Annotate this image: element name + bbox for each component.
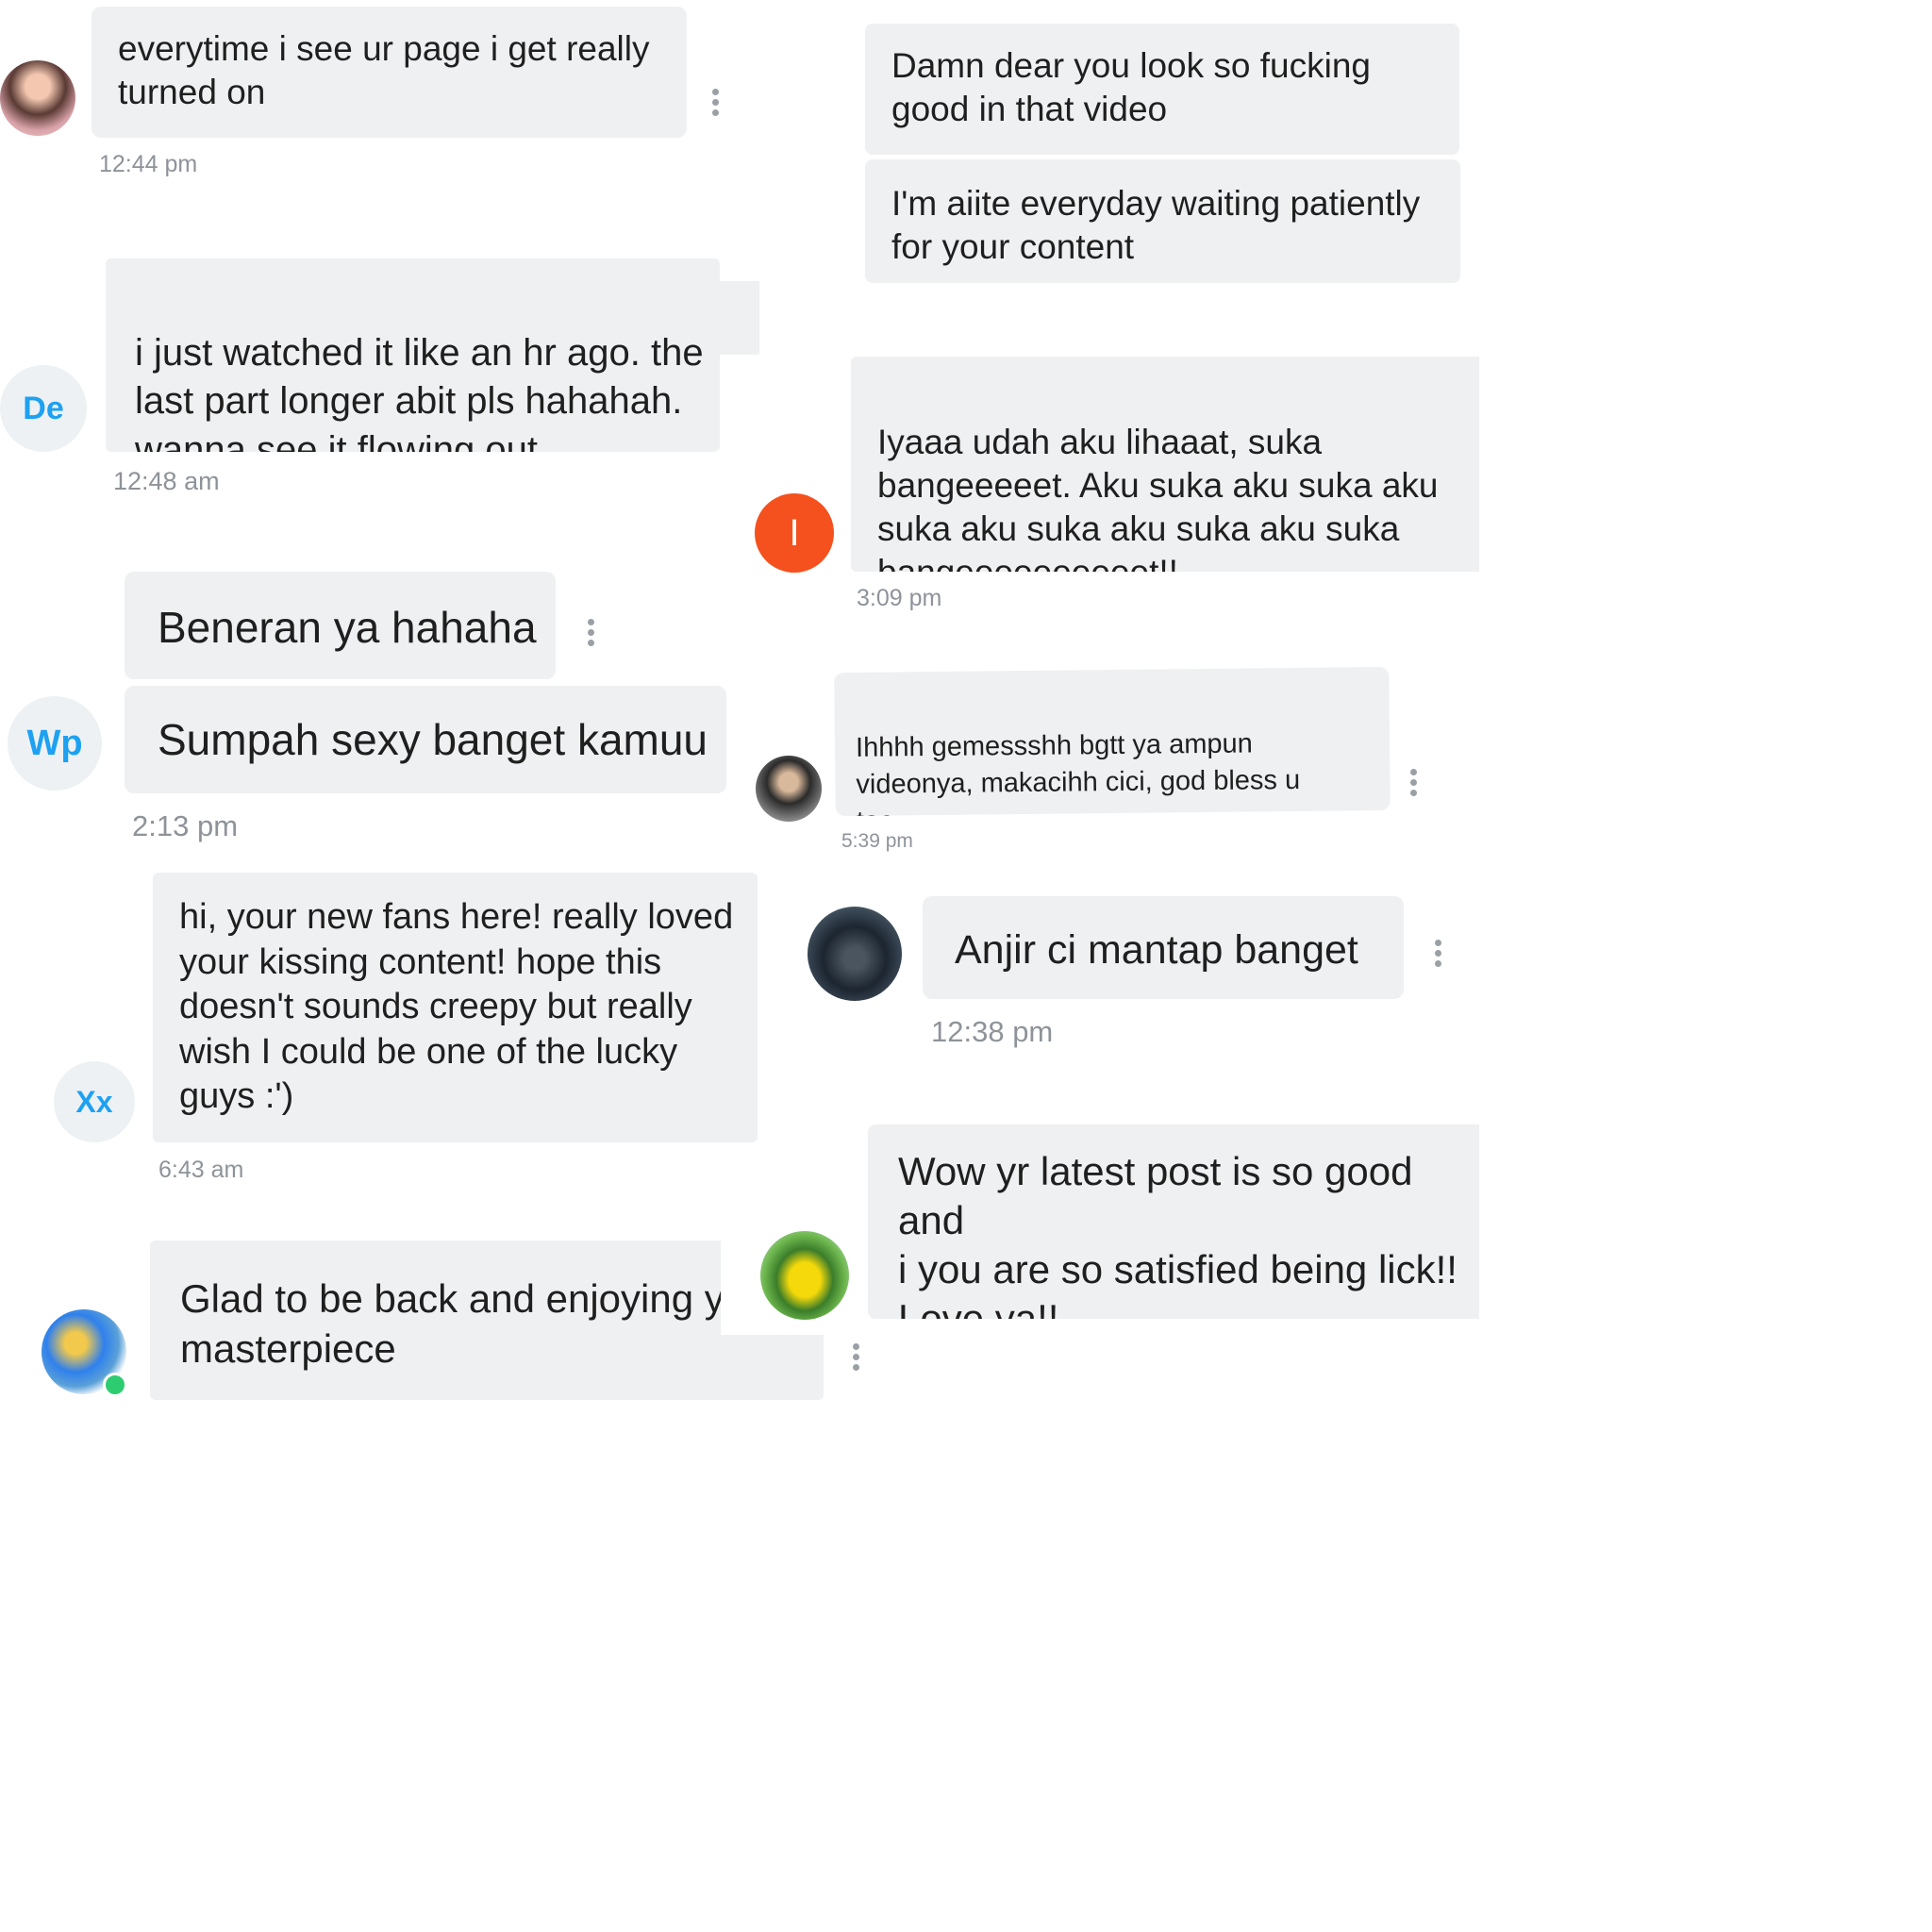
message-text: Anjir ci mantap banget [955,927,1358,973]
message-body: i just watched it like an hr ago. the la… [135,332,704,452]
timestamp: 3:09 pm [857,585,942,611]
avatar-initials[interactable]: Wp [8,696,102,791]
message-bubble[interactable]: Anjir ci mantap banget [923,896,1404,999]
message-text: everytime i see ur page i get really tur… [118,29,650,111]
message-body: Ihhhh gemessshh bgtt ya ampun videonya, … [855,728,1301,816]
message-text: Sumpah sexy banget kamuu [158,715,708,764]
timestamp: 12:44 pm [99,151,198,177]
more-options-icon[interactable] [1435,940,1442,971]
avatar-initials[interactable]: De [0,365,87,452]
more-options-icon[interactable] [588,619,595,650]
timestamp: 2:13 pm [132,809,239,842]
message-bubble[interactable]: hi, your new fans here! really loved you… [153,873,758,1142]
message-text: I'm aiite everyday waiting patiently for… [891,184,1421,266]
avatar-initials[interactable]: I [755,493,834,573]
more-options-icon[interactable] [1410,769,1418,800]
more-options-icon[interactable] [712,89,720,120]
message-text: i just watched it like an hr ago. the la… [135,281,704,452]
online-indicator [103,1373,127,1397]
message-text: Ihhhh gemessshh bgtt ya ampun videonya, … [855,689,1301,816]
avatar-photo-car[interactable] [760,1231,849,1320]
message-text: Damn dear you look so fucking good in th… [891,46,1371,128]
message-text: Glad to be back and enjoying y masterpie… [180,1276,724,1371]
message-bubble[interactable]: Ihhhh gemessshh bgtt ya ampun videonya, … [834,666,1391,817]
timestamp: 6:43 am [158,1157,244,1183]
message-text: Beneran ya hahaha [158,603,537,652]
message-bubble[interactable]: Sumpah sexy banget kamuu [125,686,726,793]
avatar-photo-man[interactable] [756,756,822,822]
message-text: Wow yr latest post is so good and i you … [898,1149,1457,1319]
timestamp: 12:48 am [113,467,220,495]
message-text: hi, your new fans here! really loved you… [179,897,734,1116]
message-bubble[interactable]: Damn dear you look so fucking good in th… [865,24,1459,155]
avatar-initials[interactable]: Xx [54,1061,135,1142]
message-bubble[interactable]: Wow yr latest post is so good and i you … [868,1124,1479,1319]
message-bubble[interactable]: i just watched it like an hr ago. the la… [106,258,720,452]
message-bubble[interactable]: Beneran ya hahaha [125,572,556,679]
timestamp: 5:39 pm [841,830,913,852]
message-body: Iyaaa udah aku lihaaat, suka bangeeeeet.… [877,422,1439,572]
avatar-photo-woman[interactable] [0,60,75,136]
message-text: Iyaaa udah aku lihaaat, suka bangeeeeet.… [877,377,1439,572]
avatar-photo-motorbike[interactable] [808,907,902,1001]
message-bubble[interactable]: everytime i see ur page i get really tur… [92,7,687,138]
message-bubble[interactable]: I'm aiite everyday waiting patiently for… [865,159,1460,283]
bubble-edge [720,281,759,355]
more-options-icon[interactable] [853,1343,860,1374]
timestamp: 12:38 pm [931,1015,1054,1048]
message-bubble[interactable]: Iyaaa udah aku lihaaat, suka bangeeeeet.… [851,357,1479,572]
